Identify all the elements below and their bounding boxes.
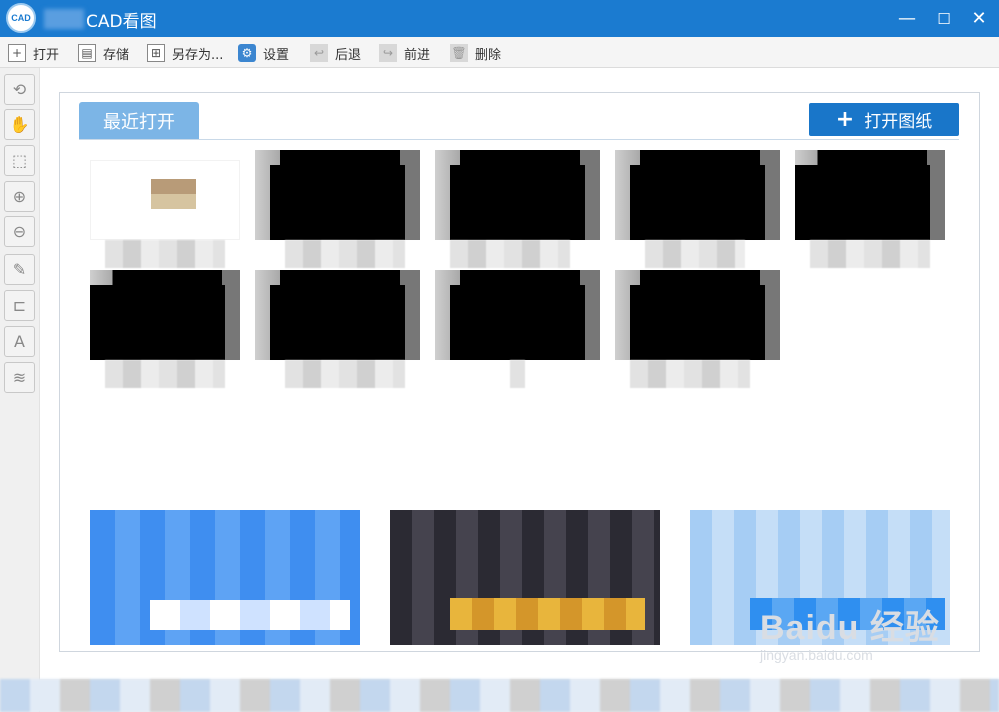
recent-file-caption [450, 240, 570, 268]
text-icon[interactable]: A [4, 326, 35, 357]
gear-icon: ⚙ [238, 44, 256, 62]
back-label: 后退 [335, 47, 362, 63]
layers-icon[interactable]: ≋ [4, 362, 35, 393]
pan-hand-icon[interactable]: ✋ [4, 109, 35, 140]
settings-label: 设置 [263, 47, 290, 63]
window-title: CAD看图 [86, 12, 157, 32]
forward-arrow-icon: ↪ [379, 44, 397, 62]
recent-file-caption [630, 360, 750, 388]
watermark: Baidu 经验 jingyan.baidu.com [760, 600, 940, 663]
open-drawing-button[interactable]: + 打开图纸 [809, 103, 959, 136]
recent-file-caption [285, 360, 405, 388]
tab-recent[interactable]: 最近打开 [79, 102, 199, 140]
save-as-label: 另存为... [172, 47, 224, 63]
thumbnail-image [270, 285, 405, 360]
title-blur-mask [44, 9, 84, 29]
watermark-sub: jingyan.baidu.com [760, 647, 873, 663]
recent-file-caption [285, 240, 405, 268]
back-arrow-icon: ↩ [310, 44, 328, 62]
ad-banner[interactable] [90, 510, 360, 645]
maximize-button[interactable]: ☐ [926, 0, 962, 37]
back-button[interactable]: ↩ 后退 [310, 42, 361, 64]
title-bar: CAD CAD看图 — ☐ ✕ [0, 0, 999, 37]
settings-button[interactable]: ⚙ 设置 [238, 42, 289, 64]
thumbnail-image [450, 165, 585, 240]
recent-file-caption [810, 240, 930, 268]
save-button[interactable]: ▤ 存储 [78, 42, 129, 64]
zoom-out-icon[interactable]: ⊖ [4, 216, 35, 247]
recent-file-caption [645, 240, 745, 268]
rotate-zoom-icon[interactable]: ⟲ [4, 74, 35, 105]
forward-label: 前进 [404, 47, 431, 63]
thumbnail-image [630, 165, 765, 240]
ad-banner-strip [450, 598, 645, 630]
watermark-main: Baidu 经验 [760, 609, 940, 647]
forward-button[interactable]: ↪ 前进 [379, 42, 430, 64]
ad-banner[interactable] [390, 510, 660, 645]
recent-file-caption [105, 360, 225, 388]
app-logo-icon: CAD [6, 3, 36, 33]
recent-file-caption [105, 240, 225, 268]
trash-icon: 🗑 [450, 44, 468, 62]
thumbnail-image [630, 285, 765, 360]
save-label: 存储 [103, 47, 130, 63]
zoom-in-icon[interactable]: ⊕ [4, 181, 35, 212]
save-icon: ▤ [78, 44, 96, 62]
delete-label: 删除 [475, 47, 502, 63]
ad-banner-strip [150, 600, 350, 630]
open-drawing-label: 打开图纸 [864, 112, 933, 132]
measure-icon[interactable]: ⊏ [4, 290, 35, 321]
minimize-button[interactable]: — [889, 0, 925, 37]
zoom-window-icon[interactable]: ⬚ [4, 145, 35, 176]
close-button[interactable]: ✕ [961, 0, 997, 37]
thumbnail-image [270, 165, 405, 240]
thumbnail-image [450, 285, 585, 360]
status-bar [0, 679, 999, 712]
open-file-button[interactable]: + 打开 [8, 42, 59, 64]
open-file-label: 打开 [33, 47, 60, 63]
tool-sidebar: ⟲ ✋ ⬚ ⊕ ⊖ ✎ ⊏ A ≋ [0, 68, 40, 712]
thumbnail-image [795, 165, 930, 240]
thumbnail-image [90, 285, 225, 360]
plus-icon: + [8, 44, 26, 62]
tab-divider [79, 139, 959, 140]
delete-button[interactable]: 🗑 删除 [450, 42, 501, 64]
save-as-button[interactable]: ⊞ 另存为... [147, 42, 223, 64]
recent-file-caption [510, 360, 525, 388]
recent-file-thumbnail[interactable] [90, 160, 240, 240]
pen-icon[interactable]: ✎ [4, 254, 35, 285]
toolbar: + 打开 ▤ 存储 ⊞ 另存为... ⚙ 设置 ↩ 后退 ↪ 前进 🗑 删除 [0, 37, 999, 68]
thumbnail-image [151, 179, 196, 209]
save-as-icon: ⊞ [147, 44, 165, 62]
plus-icon: + [835, 107, 855, 132]
